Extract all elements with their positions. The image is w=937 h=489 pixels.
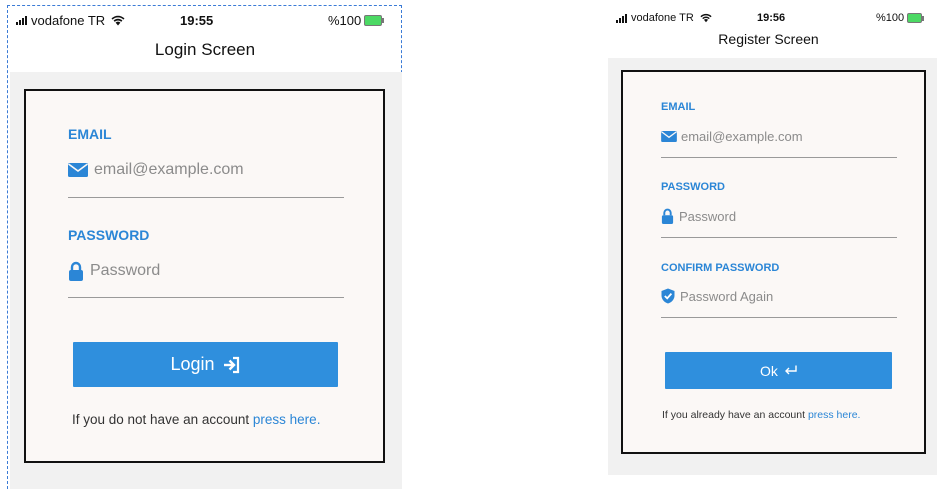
email-label: EMAIL — [68, 126, 112, 142]
register-prompt: If you do not have an account press here… — [72, 412, 320, 427]
confirm-password-field[interactable]: Password Again — [661, 288, 773, 304]
email-input[interactable]: email@example.com — [681, 129, 803, 144]
password-underline — [661, 237, 897, 238]
password-underline — [68, 297, 344, 298]
email-field[interactable]: email@example.com — [68, 161, 244, 179]
password-label: PASSWORD — [68, 227, 150, 243]
lock-icon — [68, 261, 84, 281]
login-link[interactable]: press here. — [808, 409, 861, 421]
password-label: PASSWORD — [661, 181, 725, 193]
signal-icon — [616, 13, 627, 23]
status-bar: vodafone TR 19:55 %100 — [0, 12, 404, 28]
battery-percent: %100 — [876, 12, 905, 24]
register-screen: vodafone TR 19:56 %100 Register Screen E… — [604, 0, 937, 489]
battery-percent: %100 — [328, 12, 362, 28]
page-title: Login Screen — [154, 40, 256, 59]
battery-icon — [907, 13, 925, 23]
shield-check-icon — [661, 288, 675, 304]
ok-button-label: Ok — [760, 362, 778, 379]
wifi-icon — [700, 13, 712, 23]
sign-in-icon — [223, 356, 241, 374]
battery-icon — [364, 14, 385, 26]
carrier-name: vodafone TR — [631, 12, 694, 24]
confirm-password-label: CONFIRM PASSWORD — [661, 262, 780, 274]
clock: 19:55 — [180, 12, 214, 28]
password-field[interactable]: Password — [661, 208, 736, 224]
register-prompt-text: If you do not have an account — [72, 412, 250, 427]
email-input[interactable]: email@example.com — [94, 161, 244, 179]
email-underline — [68, 197, 344, 198]
carrier-name: vodafone TR — [31, 12, 106, 28]
login-prompt-text: If you already have an account — [662, 409, 806, 421]
confirm-password-input[interactable]: Password Again — [680, 289, 773, 304]
return-arrow-icon — [784, 365, 797, 376]
email-field[interactable]: email@example.com — [661, 129, 803, 144]
login-button[interactable]: Login — [73, 342, 338, 387]
register-link[interactable]: press here. — [253, 412, 321, 427]
clock: 19:56 — [757, 12, 786, 24]
wifi-icon — [111, 15, 125, 26]
password-field[interactable]: Password — [68, 261, 160, 281]
email-label: EMAIL — [661, 101, 696, 113]
login-prompt: If you already have an account press her… — [662, 409, 860, 421]
envelope-icon — [68, 163, 88, 177]
confirm-password-underline — [661, 317, 897, 318]
envelope-icon — [661, 131, 677, 142]
lock-icon — [661, 208, 674, 224]
password-input[interactable]: Password — [679, 209, 736, 224]
login-screen: vodafone TR 19:55 %100 Login Screen EMAI… — [0, 0, 404, 489]
signal-icon — [16, 15, 27, 25]
register-card: EMAIL email@example.com PASSWORD Passwor… — [621, 70, 926, 454]
ok-button[interactable]: Ok — [665, 352, 892, 389]
login-button-label: Login — [170, 354, 215, 374]
password-input[interactable]: Password — [90, 262, 160, 280]
login-card: EMAIL email@example.com PASSWORD Passwor… — [24, 89, 385, 463]
email-underline — [661, 157, 897, 158]
status-bar: vodafone TR 19:56 %100 — [604, 11, 937, 25]
page-title: Register Screen — [718, 31, 819, 47]
